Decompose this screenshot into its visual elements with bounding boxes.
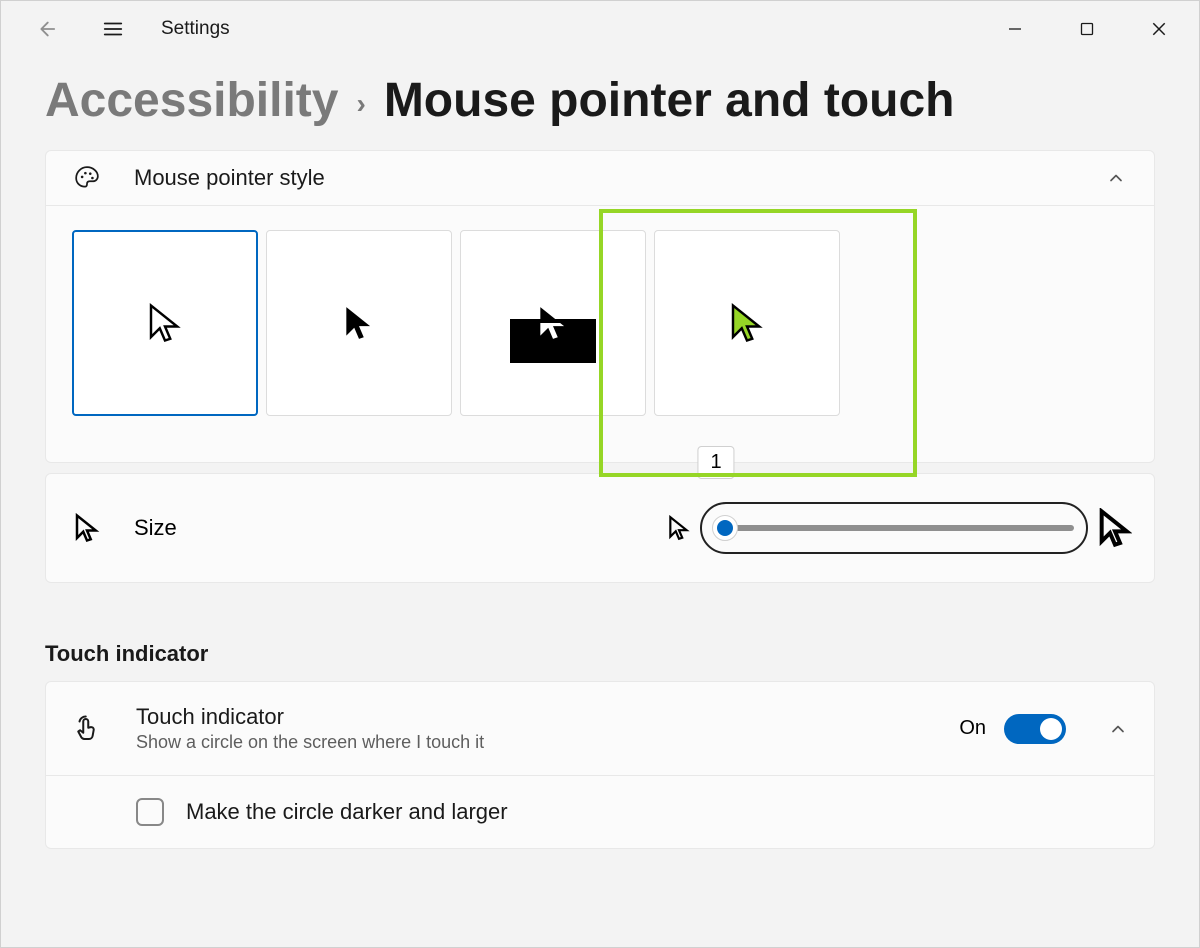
- touch-darker-row[interactable]: Make the circle darker and larger: [46, 775, 1154, 848]
- touch-indicator-row[interactable]: Touch indicator Show a circle on the scr…: [46, 682, 1154, 775]
- titlebar: Settings: [1, 1, 1199, 57]
- slider-tooltip: 1: [697, 446, 734, 479]
- size-card: Size 1: [45, 473, 1155, 583]
- pointer-style-label: Mouse pointer style: [134, 165, 1072, 191]
- size-label: Size: [134, 515, 634, 541]
- slider-track: [714, 525, 1074, 531]
- pointer-style-black[interactable]: [266, 230, 452, 416]
- cursor-inverted-icon: [537, 304, 569, 342]
- size-controls: 1: [668, 502, 1132, 554]
- arrow-left-icon: [34, 18, 56, 40]
- slider-thumb[interactable]: [712, 515, 738, 541]
- breadcrumb-parent[interactable]: Accessibility: [45, 73, 338, 128]
- touch-indicator-description: Show a circle on the screen where I touc…: [136, 732, 925, 753]
- cursor-custom-icon: [729, 302, 765, 344]
- cursor-outline-icon: [74, 513, 100, 543]
- cursor-white-icon: [147, 302, 183, 344]
- chevron-up-icon[interactable]: [1108, 719, 1128, 739]
- close-button[interactable]: [1123, 6, 1195, 52]
- darker-checkbox[interactable]: [136, 798, 164, 826]
- cursor-black-icon: [343, 304, 375, 342]
- minimize-icon: [1008, 22, 1022, 36]
- pointer-style-header[interactable]: Mouse pointer style: [46, 151, 1154, 205]
- touch-icon: [72, 714, 102, 744]
- close-icon: [1151, 21, 1167, 37]
- touch-section-heading: Touch indicator: [45, 641, 1155, 667]
- titlebar-left: Settings: [25, 9, 230, 49]
- pointer-style-card: Mouse pointer style: [45, 150, 1155, 463]
- page-title: Mouse pointer and touch: [384, 73, 955, 128]
- back-button[interactable]: [25, 9, 65, 49]
- app-title: Settings: [161, 18, 230, 40]
- pointer-style-white[interactable]: [72, 230, 258, 416]
- touch-indicator-title: Touch indicator: [136, 704, 925, 730]
- minimize-button[interactable]: [979, 6, 1051, 52]
- touch-indicator-card: Touch indicator Show a circle on the scr…: [45, 681, 1155, 849]
- window-controls: [979, 6, 1195, 52]
- touch-indicator-text: Touch indicator Show a circle on the scr…: [136, 704, 925, 753]
- toggle-state-label: On: [959, 717, 986, 740]
- size-slider[interactable]: 1: [700, 502, 1088, 554]
- hamburger-icon: [102, 18, 124, 40]
- pointer-style-inverted[interactable]: [460, 230, 646, 416]
- pointer-style-options: [46, 205, 1154, 462]
- touch-toggle-group: On: [959, 714, 1066, 744]
- palette-icon: [74, 165, 100, 191]
- chevron-right-icon: ›: [356, 88, 365, 120]
- darker-checkbox-label: Make the circle darker and larger: [186, 799, 508, 825]
- maximize-button[interactable]: [1051, 6, 1123, 52]
- pointer-style-custom[interactable]: [654, 230, 840, 416]
- touch-indicator-toggle[interactable]: [1004, 714, 1066, 744]
- maximize-icon: [1080, 22, 1094, 36]
- breadcrumb: Accessibility › Mouse pointer and touch: [1, 57, 1199, 150]
- cursor-large-icon: [1098, 508, 1132, 548]
- cursor-small-icon: [668, 515, 690, 541]
- chevron-up-icon: [1106, 168, 1126, 188]
- menu-button[interactable]: [93, 9, 133, 49]
